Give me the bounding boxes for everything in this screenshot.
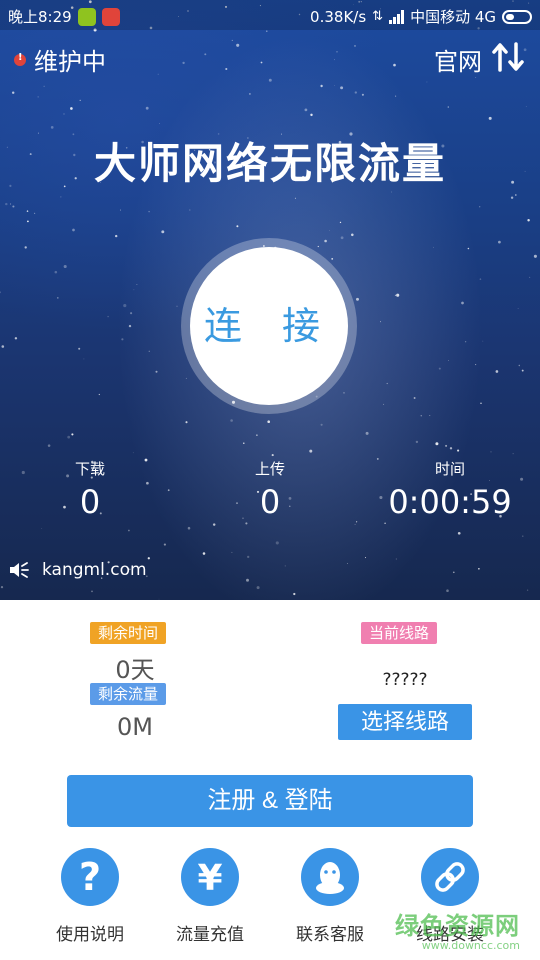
current-line-tag: 当前线路 <box>361 622 438 644</box>
status-time: 晚上8:29 <box>8 8 72 26</box>
alert-icon <box>14 52 26 66</box>
battery-icon <box>502 9 532 24</box>
signal-icon <box>389 9 405 24</box>
network-speed: 0.38K/s <box>310 7 367 26</box>
remaining-flow-value: 0M <box>117 713 153 741</box>
time-label: 时间 <box>434 460 465 478</box>
nav-label: 流量充值 <box>176 925 244 945</box>
watermark-text: 绿色资源网 <box>395 912 520 940</box>
time-stat: 时间 0:00:59 <box>370 458 530 521</box>
switch-arrows-icon[interactable] <box>490 40 526 74</box>
remaining-time-value: 0天 <box>115 656 155 684</box>
download-value: 0 <box>79 483 101 521</box>
download-label: 下载 <box>74 460 105 478</box>
carrier-label: 中国移动 4G <box>410 8 496 26</box>
hero-background: 晚上8:29 0.38K/s ⇅ 中国移动 4G 维护中 官网 大师网络无限流量… <box>0 0 540 600</box>
official-site-link[interactable]: 官网 <box>434 42 482 77</box>
yen-icon: ¥ <box>181 848 239 906</box>
time-value: 0:00:59 <box>388 483 512 521</box>
watermark: 绿色资源网 www.downcc.com <box>395 906 520 952</box>
app-title: 大师网络无限流量 <box>93 139 446 188</box>
data-transfer-icon: ⇅ <box>372 9 384 24</box>
maintenance-status: 维护中 <box>14 42 106 77</box>
top-bar: 维护中 官网 <box>0 38 540 78</box>
site-url: kangml.com <box>42 560 147 580</box>
choose-line-button[interactable]: 选择线路 <box>338 704 472 740</box>
remaining-time-tag: 剩余时间 <box>90 622 167 644</box>
status-bar: 晚上8:29 0.38K/s ⇅ 中国移动 4G <box>0 0 540 30</box>
maintenance-label: 维护中 <box>34 48 106 76</box>
notification-app-icon <box>101 7 120 26</box>
upload-label: 上传 <box>254 460 285 478</box>
nav-customer-service[interactable]: 联系客服 <box>275 848 385 945</box>
link-icon <box>421 848 479 906</box>
register-login-button[interactable]: 注册 & 登陆 <box>67 775 473 827</box>
svg-text:¥: ¥ <box>197 858 222 899</box>
current-line-value: ????? <box>382 670 428 690</box>
nav-recharge[interactable]: ¥ 流量充值 <box>155 848 265 945</box>
connect-button[interactable]: 连 接 <box>190 247 348 405</box>
notification-app-icon <box>77 7 96 26</box>
site-announcement[interactable]: kangml.com <box>8 560 147 580</box>
nav-label: 使用说明 <box>56 925 124 945</box>
nav-label: 联系客服 <box>296 925 364 945</box>
nav-usage-guide[interactable]: ? 使用说明 <box>35 848 145 945</box>
svg-text:?: ? <box>79 855 101 899</box>
connect-label: 连 接 <box>203 304 335 348</box>
qq-penguin-icon <box>301 848 359 906</box>
speaker-icon <box>10 562 29 578</box>
question-icon: ? <box>61 848 119 906</box>
upload-value: 0 <box>259 483 281 521</box>
upload-stat: 上传 0 <box>220 458 320 521</box>
remaining-flow-tag: 剩余流量 <box>90 683 167 705</box>
download-stat: 下载 0 <box>40 458 140 521</box>
